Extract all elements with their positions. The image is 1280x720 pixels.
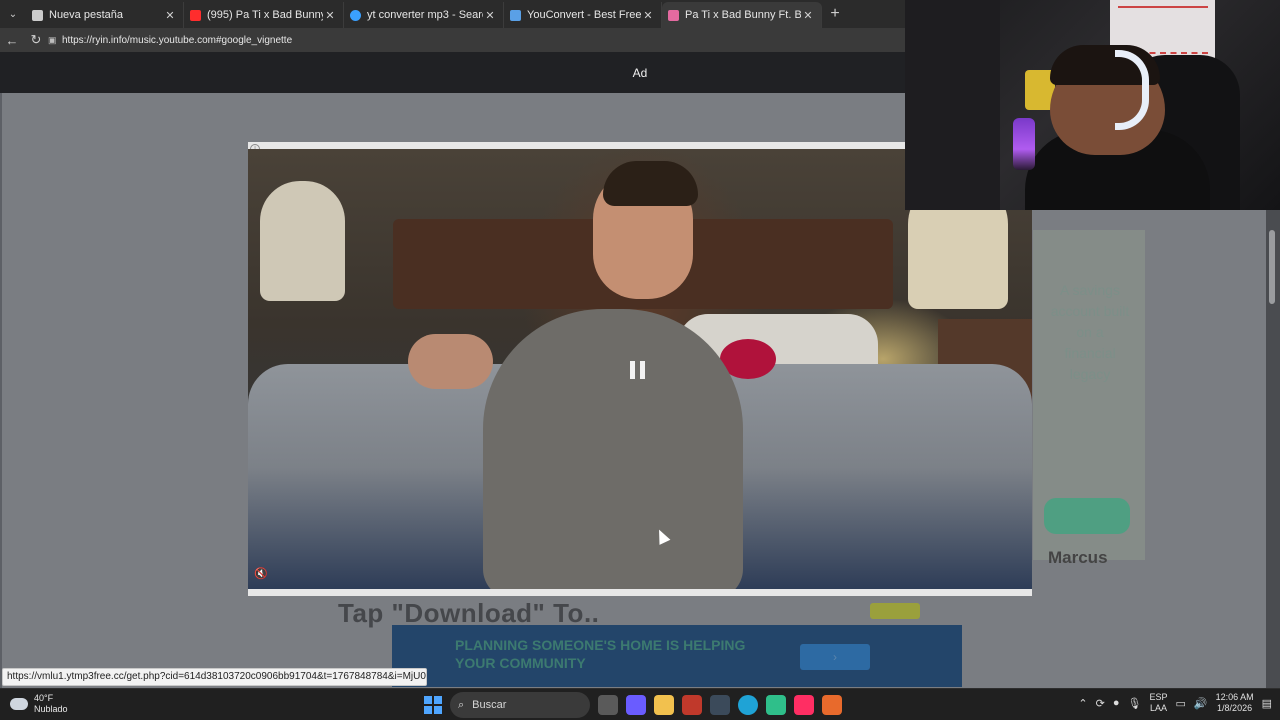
chevron-up-icon[interactable]: ⌃ <box>1078 697 1087 710</box>
back-arrow-icon[interactable]: ← <box>0 28 24 52</box>
side-ad-text: A savings account built on a financial l… <box>1050 282 1130 382</box>
lamp-shape <box>260 181 345 301</box>
reload-icon[interactable]: ↻ <box>24 28 48 52</box>
tab-actions-menu-icon[interactable]: ⌄ <box>0 0 26 28</box>
tab-title: Pa Ti x Bad Bunny Ft. Bryant Myers <box>685 9 801 21</box>
microphone-icon[interactable]: 🎙 <box>1127 697 1141 710</box>
address-text: https://ryin.info/music.youtube.com#goog… <box>62 34 293 46</box>
close-icon[interactable]: ✕ <box>801 9 815 22</box>
close-icon[interactable]: ✕ <box>163 9 177 22</box>
video-frame[interactable]: 🔇 <box>248 149 1032 589</box>
game-app-icon[interactable] <box>822 695 842 715</box>
taskbar-apps: ⌕ Buscar <box>424 692 842 718</box>
weather-widget[interactable]: 40°F Nublado <box>10 693 68 715</box>
man-body-shape <box>483 309 743 589</box>
notification-icon[interactable]: ▤ <box>1262 697 1272 710</box>
tab-title: (995) Pa Ti x Bad Bunny Ft. Bryant <box>207 9 323 21</box>
tab-title: yt converter mp3 - Search <box>367 9 483 21</box>
pause-icon[interactable] <box>630 361 645 379</box>
windows-start-icon[interactable] <box>424 696 442 714</box>
tab-youconvert[interactable]: YouConvert - Best Free YouTube to ✕ <box>504 2 662 28</box>
language-indicator[interactable]: ESP LAA <box>1149 692 1167 714</box>
address-bar[interactable]: ▣ https://ryin.info/music.youtube.com#go… <box>48 30 900 50</box>
clock-date: 1/8/2026 <box>1217 703 1253 713</box>
background-tag <box>870 603 920 619</box>
taskbar-search[interactable]: ⌕ Buscar <box>450 692 590 718</box>
cloud-icon <box>10 698 28 710</box>
background-banner-text: PLANNING SOMEONE'S HOME IS HELPING YOUR … <box>455 637 746 671</box>
site-favicon-icon <box>668 9 679 21</box>
tiktok-icon[interactable] <box>794 695 814 715</box>
clock[interactable]: 12:06 AM 1/8/2026 <box>1216 692 1254 714</box>
taskbar: 40°F Nublado ⌕ Buscar ⌃ ⟳ ● 🎙 ESP LAA ▭ … <box>0 688 1280 720</box>
steam-icon[interactable] <box>710 695 730 715</box>
sleeping-person-shape <box>408 334 493 389</box>
tab-active-pa-ti[interactable]: Pa Ti x Bad Bunny Ft. Bryant Myers ✕ <box>662 2 822 28</box>
app-tray-icon[interactable]: ● <box>1113 697 1120 709</box>
status-bar-link: https://vmlu1.ytmp3free.cc/get.php?cid=6… <box>2 668 427 686</box>
scrollbar-thumb[interactable] <box>1269 230 1275 304</box>
close-icon[interactable]: ✕ <box>641 9 655 22</box>
clock-time: 12:06 AM <box>1215 692 1254 702</box>
sync-icon[interactable]: ⟳ <box>1096 697 1105 710</box>
chat-app-icon[interactable] <box>766 695 786 715</box>
man-hair-shape <box>603 161 698 206</box>
screen: ⌄ Nueva pestaña ✕ (995) Pa Ti x Bad Bunn… <box>0 0 1280 720</box>
mcafee-icon[interactable] <box>682 695 702 715</box>
copilot-icon[interactable] <box>626 695 646 715</box>
tab-nueva-pestana[interactable]: Nueva pestaña ✕ <box>26 2 184 28</box>
ad-label: Ad <box>632 65 648 80</box>
search-placeholder: Buscar <box>472 699 507 711</box>
lang-top: ESP <box>1149 692 1168 702</box>
tab-search[interactable]: yt converter mp3 - Search ✕ <box>344 2 504 28</box>
background-banner-button: › <box>800 644 870 670</box>
youtube-icon <box>190 9 201 21</box>
video-ad-player[interactable]: i 🔇 <box>248 142 1032 596</box>
tab-youtube-pa-ti[interactable]: (995) Pa Ti x Bad Bunny Ft. Bryant ✕ <box>184 2 344 28</box>
search-icon <box>350 9 361 21</box>
close-icon[interactable]: ✕ <box>323 9 337 22</box>
task-view-icon[interactable] <box>598 695 618 715</box>
weather-text: 40°F Nublado <box>34 693 68 715</box>
tab-title: YouConvert - Best Free YouTube to <box>527 9 641 21</box>
search-icon: ⌕ <box>458 698 465 711</box>
edge-icon[interactable] <box>738 695 758 715</box>
youconvert-icon <box>510 9 521 21</box>
file-explorer-icon[interactable] <box>654 695 674 715</box>
page-favicon-icon <box>32 9 43 21</box>
webcam-dark-area <box>905 0 1000 210</box>
side-ad-button <box>1044 498 1130 534</box>
webcam-overlay <box>905 0 1280 210</box>
site-info-icon[interactable]: ▣ <box>48 35 62 46</box>
weather-desc: Nublado <box>34 704 68 714</box>
microphone-shape <box>1013 118 1035 170</box>
weather-temp: 40°F <box>34 693 54 703</box>
close-icon[interactable]: ✕ <box>483 9 497 22</box>
volume-icon[interactable]: 🔊 <box>1194 697 1208 710</box>
side-ad-brand: Marcus <box>1048 548 1108 567</box>
system-tray: ⌃ ⟳ ● 🎙 ESP LAA ▭ 🔊 12:06 AM 1/8/2026 ▤ <box>1078 692 1272 714</box>
mute-icon[interactable]: 🔇 <box>253 567 269 581</box>
plus-icon[interactable]: + <box>822 5 848 23</box>
network-icon[interactable]: ▭ <box>1175 697 1185 710</box>
tab-title: Nueva pestaña <box>49 9 123 21</box>
lang-bottom: LAA <box>1149 703 1167 713</box>
